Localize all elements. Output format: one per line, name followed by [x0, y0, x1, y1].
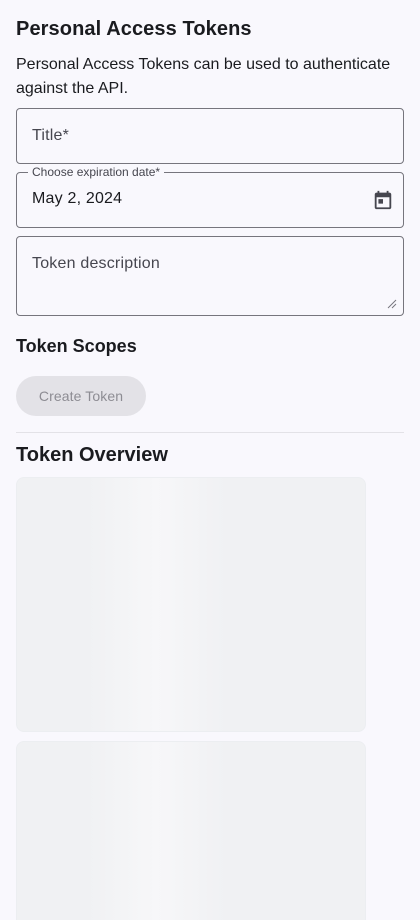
token-description-placeholder: Token description [32, 255, 160, 272]
title-placeholder: Title* [32, 127, 70, 144]
expiration-date-value: May 2, 2024 [32, 190, 123, 207]
tokens-page: Personal Access Tokens Personal Access T… [0, 0, 420, 920]
create-token-button[interactable]: Create Token [16, 376, 146, 416]
token-card-skeleton [16, 477, 366, 732]
page-description: Personal Access Tokens can be used to au… [16, 56, 391, 97]
token-scopes-title: Token Scopes [16, 336, 137, 356]
calendar-icon[interactable] [372, 189, 394, 211]
token-card-skeleton [16, 741, 366, 920]
title-field[interactable]: Title* [16, 108, 404, 164]
expiration-date-label: Choose expiration date* [28, 165, 165, 179]
token-overview-title: Token Overview [16, 444, 168, 466]
token-description-field[interactable]: Token description [16, 236, 404, 316]
divider [16, 432, 404, 433]
page-title: Personal Access Tokens [16, 18, 252, 40]
expiration-date-field[interactable]: Choose expiration date* May 2, 2024 [16, 165, 404, 228]
resize-handle-icon[interactable] [387, 299, 397, 309]
